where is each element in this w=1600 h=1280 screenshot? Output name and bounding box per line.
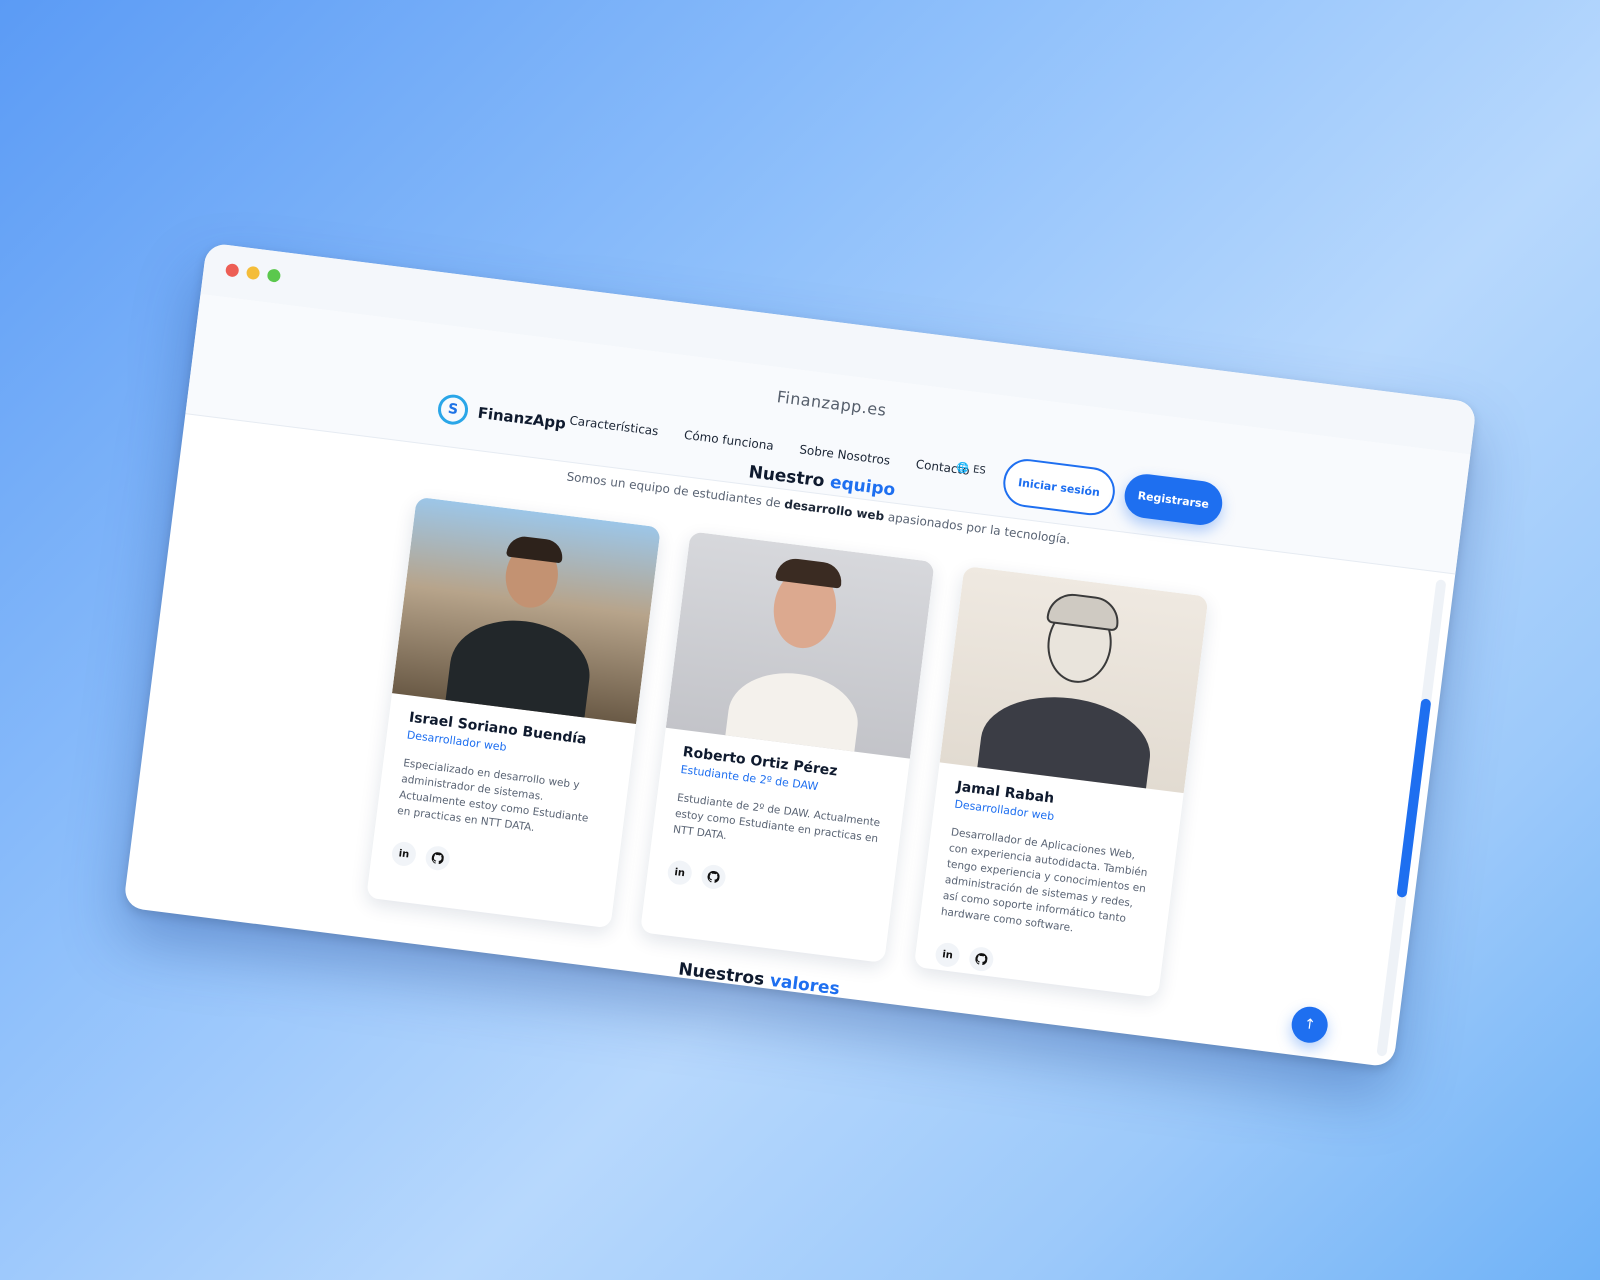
linkedin-icon[interactable]: in [934,941,961,969]
member-description: Estudiante de 2º de DAW. Actualmente est… [672,791,881,846]
member-socials: in [934,941,1141,991]
window-controls [224,263,282,283]
nav-item-como-funciona[interactable]: Cómo funciona [683,428,774,453]
globe-icon: 🌐 [956,462,970,475]
scrollbar-thumb[interactable] [1396,698,1432,898]
team-member-card: Jamal Rabah Desarrollador web Desarrolla… [913,565,1209,998]
subtitle-bold: desarrollo web [783,496,886,524]
language-label: ES [972,464,987,477]
nav-item-caracteristicas[interactable]: Características [569,413,660,438]
member-description: Especializado en desarrollo web y admini… [396,757,590,835]
member-photo [391,496,661,724]
logo-icon: S [436,392,470,427]
github-icon[interactable] [967,945,995,973]
linkedin-icon[interactable]: in [390,840,418,868]
close-window-button[interactable] [224,263,240,278]
member-photo [665,531,935,759]
github-icon[interactable] [424,844,452,872]
minimize-window-button[interactable] [245,265,261,281]
linkedin-icon[interactable]: in [666,859,694,887]
arrow-up-icon: ↑ [1302,1016,1317,1034]
browser-window: S FinanzApp Características Cómo funcion… [123,242,1477,1068]
nav-item-sobre-nosotros[interactable]: Sobre Nosotros [799,442,891,467]
team-member-card: Israel Soriano Buendía Desarrollador web… [366,496,661,929]
member-description: Desarrollador de Aplicaciones Web, con e… [940,826,1149,935]
values-title-accent: valores [768,970,841,1000]
team-member-card: Roberto Ortiz Pérez Estudiante de 2º de … [640,531,935,963]
github-icon[interactable] [700,863,727,891]
member-photo [939,565,1209,794]
member-socials: in [390,840,598,891]
member-socials: in [666,859,873,909]
maximize-window-button[interactable] [266,268,282,283]
values-title-main: Nuestros [677,959,766,990]
